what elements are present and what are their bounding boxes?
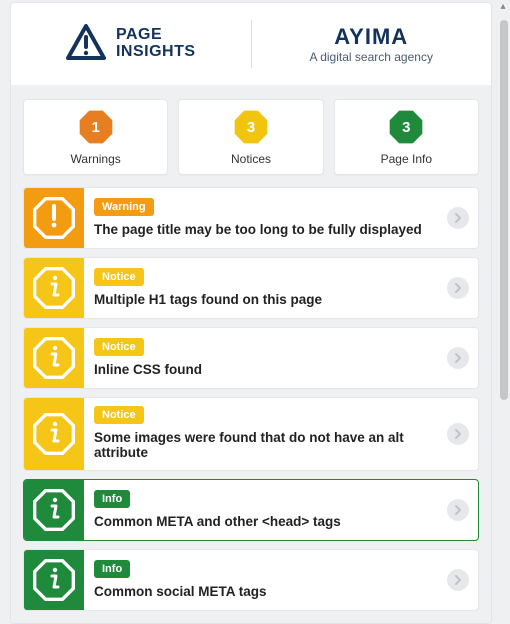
summary-count: 3 <box>247 119 255 136</box>
summary-card-page-info[interactable]: 3 Page Info <box>334 99 479 175</box>
insight-body: Notice Inline CSS found <box>84 328 438 388</box>
summary-card-notices[interactable]: 3 Notices <box>178 99 323 175</box>
summary-label: Warnings <box>71 152 121 166</box>
info-icon <box>24 480 84 540</box>
chevron-right-icon <box>447 569 469 591</box>
chevron-right-icon <box>447 277 469 299</box>
expand-button[interactable] <box>438 398 478 470</box>
brand: AYIMA A digital search agency <box>252 24 492 64</box>
severity-badge: Notice <box>94 338 144 356</box>
severity-badge: Notice <box>94 268 144 286</box>
insight-item[interactable]: Info Common social META tags <box>23 549 479 611</box>
brand-tagline: A digital search agency <box>310 50 433 64</box>
warning-icon <box>24 188 84 248</box>
notice-icon <box>24 398 84 470</box>
insight-message: The page title may be too long to be ful… <box>94 222 428 237</box>
expand-button[interactable] <box>438 188 478 248</box>
insight-body: Notice Multiple H1 tags found on this pa… <box>84 258 438 318</box>
warning-triangle-icon <box>66 24 106 65</box>
expand-button[interactable] <box>438 328 478 388</box>
items-list: Warning The page title may be too long t… <box>11 183 491 623</box>
insight-body: Info Common META and other <head> tags <box>84 480 438 540</box>
insight-message: Inline CSS found <box>94 362 428 377</box>
insight-item[interactable]: Info Common META and other <head> tags <box>23 479 479 541</box>
severity-badge: Notice <box>94 406 144 424</box>
insight-item[interactable]: Notice Some images were found that do no… <box>23 397 479 471</box>
summary-count: 1 <box>91 119 99 136</box>
chevron-right-icon <box>447 499 469 521</box>
summary-count-badge: 1 <box>79 110 113 144</box>
panel: PAGE INSIGHTS AYIMA A digital search age… <box>10 2 492 624</box>
insight-message: Some images were found that do not have … <box>94 430 428 460</box>
summary-count: 3 <box>402 119 410 136</box>
info-icon <box>24 550 84 610</box>
insight-item[interactable]: Notice Multiple H1 tags found on this pa… <box>23 257 479 319</box>
expand-button[interactable] <box>438 258 478 318</box>
scroll-up-icon[interactable]: ▴ <box>498 2 508 12</box>
notice-icon <box>24 328 84 388</box>
insight-item[interactable]: Notice Inline CSS found <box>23 327 479 389</box>
severity-badge: Warning <box>94 198 154 216</box>
summary-row: 1 Warnings 3 Notices 3 Page Info <box>11 85 491 183</box>
insight-body: Warning The page title may be too long t… <box>84 188 438 248</box>
severity-badge: Info <box>94 560 130 578</box>
summary-count-badge: 3 <box>234 110 268 144</box>
insight-message: Common META and other <head> tags <box>94 514 428 529</box>
logo-line2: INSIGHTS <box>116 44 196 61</box>
insight-body: Notice Some images were found that do no… <box>84 398 438 470</box>
expand-button[interactable] <box>438 550 478 610</box>
notice-icon <box>24 258 84 318</box>
summary-card-warnings[interactable]: 1 Warnings <box>23 99 168 175</box>
severity-badge: Info <box>94 490 130 508</box>
chevron-right-icon <box>447 207 469 229</box>
scroll-thumb[interactable] <box>500 20 508 400</box>
insight-message: Multiple H1 tags found on this page <box>94 292 428 307</box>
logo-page-insights: PAGE INSIGHTS <box>11 24 251 65</box>
insight-item[interactable]: Warning The page title may be too long t… <box>23 187 479 249</box>
summary-label: Notices <box>231 152 271 166</box>
summary-count-badge: 3 <box>389 110 423 144</box>
chevron-right-icon <box>447 423 469 445</box>
summary-label: Page Info <box>381 152 432 166</box>
insight-message: Common social META tags <box>94 584 428 599</box>
brand-name: AYIMA <box>334 24 408 50</box>
expand-button[interactable] <box>438 480 478 540</box>
chevron-right-icon <box>447 347 469 369</box>
insight-body: Info Common social META tags <box>84 550 438 610</box>
logo-line1: PAGE <box>116 27 196 44</box>
header: PAGE INSIGHTS AYIMA A digital search age… <box>11 3 491 85</box>
